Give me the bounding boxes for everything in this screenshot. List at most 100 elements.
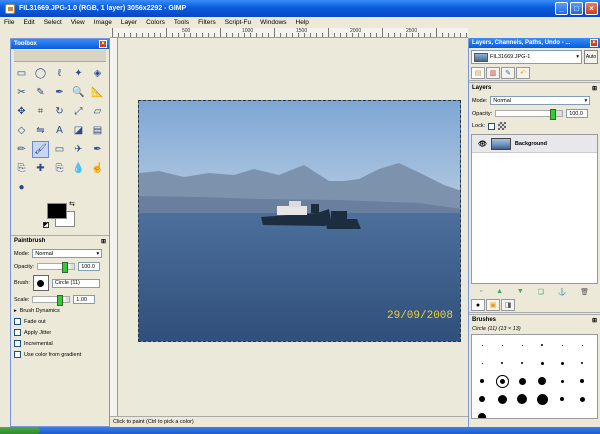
swap-colors-icon[interactable]: ⇆ [69,200,75,208]
fade-out-checkbox[interactable] [14,318,21,325]
brush-swatch[interactable] [538,377,546,385]
perspective-icon[interactable]: ◇ [13,122,30,139]
brush-swatch[interactable] [540,361,544,365]
scale-icon[interactable]: ⤢ [70,103,87,120]
brush-swatch[interactable] [478,413,486,418]
brush-swatch[interactable] [561,344,563,346]
heal-icon[interactable]: ✚ [32,160,49,177]
eye-icon[interactable]: 👁 [478,140,487,148]
menu-select[interactable]: Select [44,19,62,26]
blend-icon[interactable]: ▤ [89,122,106,139]
start-button[interactable] [0,427,40,434]
brush-swatch[interactable] [518,377,526,385]
color-select-icon[interactable]: ◈ [89,65,106,82]
fuzzy-select-icon[interactable]: ✦ [70,65,87,82]
menu-file[interactable]: File [4,19,14,26]
foreground-color[interactable] [47,203,67,219]
brushes-menu-icon[interactable]: ⊞ [592,317,597,324]
jitter-checkbox[interactable] [14,329,21,336]
mode-select[interactable]: Normal ▾ [32,249,103,258]
color-picker-icon[interactable]: ✒ [51,84,68,101]
brush-swatch[interactable] [501,362,503,364]
auto-button[interactable]: Auto [584,50,598,64]
dock-close-icon[interactable]: × [590,39,598,47]
brush-swatch[interactable] [481,344,483,346]
gradient-row[interactable]: Use color from gradient [11,349,109,360]
brush-swatch[interactable] [560,361,564,365]
lower-layer-icon[interactable]: ▼ [517,288,524,296]
rotate-icon[interactable]: ↻ [51,103,68,120]
brush-dynamics-row[interactable]: ▸ Brush Dynamics [11,306,109,316]
pencil-icon[interactable]: ✏ [13,141,30,158]
tab-undo[interactable]: ↶ [516,67,530,79]
brush-swatch[interactable] [579,396,585,402]
dodge-icon[interactable]: ● [13,179,30,196]
scissors-icon[interactable]: ✂ [13,84,30,101]
incremental-checkbox[interactable] [14,340,21,347]
brush-swatch[interactable] [480,379,484,383]
brush-swatch[interactable] [536,393,548,405]
image-selector[interactable]: FIL31669.JPG-1 ▾ [471,50,582,64]
vertical-ruler[interactable] [110,38,118,416]
brush-preview[interactable] [32,275,49,291]
smudge-icon[interactable]: ☝ [89,160,106,177]
tool-options-menu-icon[interactable]: ⊞ [101,238,106,245]
rect-select-icon[interactable]: ▭ [13,65,30,82]
perspective-clone-icon[interactable]: ⎘ [51,160,68,177]
menu-filters[interactable]: Filters [198,19,216,26]
opacity-field[interactable]: 100.0 [78,262,101,271]
tab-gradients[interactable]: ◨ [501,299,515,311]
delete-layer-icon[interactable]: 🗑 [580,288,589,296]
close-button[interactable]: × [585,2,598,15]
tab-patterns[interactable]: ▣ [486,299,500,311]
raise-layer-icon[interactable]: ▲ [496,288,503,296]
incremental-row[interactable]: Incremental [11,338,109,349]
brush-swatch[interactable] [521,344,523,346]
blur-icon[interactable]: 💧 [70,160,87,177]
text-icon[interactable]: A [51,122,68,139]
move-icon[interactable]: ✥ [13,103,30,120]
menu-colors[interactable]: Colors [146,19,165,26]
toolbox-titlebar[interactable]: Toolbox × [11,39,109,49]
lasso-icon[interactable]: ℓ [51,65,68,82]
paintbrush-icon[interactable]: 🖌 [32,141,49,158]
brush-swatch[interactable] [581,362,583,364]
ellipse-select-icon[interactable]: ◯ [32,65,49,82]
image-canvas[interactable]: 29/09/2008 [138,100,461,342]
scale-slider[interactable] [32,295,71,306]
brush-swatch[interactable] [481,362,483,364]
scale-field[interactable]: 1.00 [73,295,96,304]
brush-swatch[interactable] [496,375,508,387]
eraser-icon[interactable]: ▭ [51,141,68,158]
brush-swatch[interactable] [581,344,583,346]
brush-swatch[interactable] [497,394,507,404]
gradient-checkbox[interactable] [14,351,21,358]
menu-image[interactable]: Image [94,19,112,26]
layer-opacity-slider[interactable] [495,109,564,120]
brush-swatch[interactable] [580,379,584,383]
tab-paths[interactable]: ✎ [501,67,515,79]
layer-mode-select[interactable]: Normal ▾ [490,96,591,105]
brush-swatch[interactable] [560,397,564,401]
dock-titlebar[interactable]: Layers, Channels, Paths, Undo - ... × [469,38,600,48]
opacity-slider[interactable] [37,262,76,273]
anchor-icon[interactable]: ⚓ [558,288,567,296]
layers-menu-icon[interactable]: ⊞ [592,85,597,92]
clone-icon[interactable]: ⎘ [13,160,30,177]
wilber-drop-area[interactable] [14,50,106,62]
paths-icon[interactable]: ✎ [32,84,49,101]
brush-swatch[interactable] [501,344,503,346]
horizontal-ruler[interactable]: 500 1000 1500 2000 2500 [110,28,468,38]
brush-name-field[interactable]: Circle (11) [51,278,100,288]
tab-channels[interactable]: ▥ [486,67,500,79]
bucket-fill-icon[interactable]: ◪ [70,122,87,139]
shear-icon[interactable]: ▱ [89,103,106,120]
maximize-button[interactable]: □ [570,2,583,15]
menu-layer[interactable]: Layer [121,19,137,26]
menu-view[interactable]: View [71,19,85,26]
window-titlebar[interactable]: FIL31669.JPG-1.0 (RGB, 1 layer) 3056x229… [0,0,600,17]
menu-script-fu[interactable]: Script-Fu [225,19,251,26]
menu-help[interactable]: Help [296,19,309,26]
zoom-icon[interactable]: 🔍 [70,84,87,101]
menu-tools[interactable]: Tools [174,19,189,26]
